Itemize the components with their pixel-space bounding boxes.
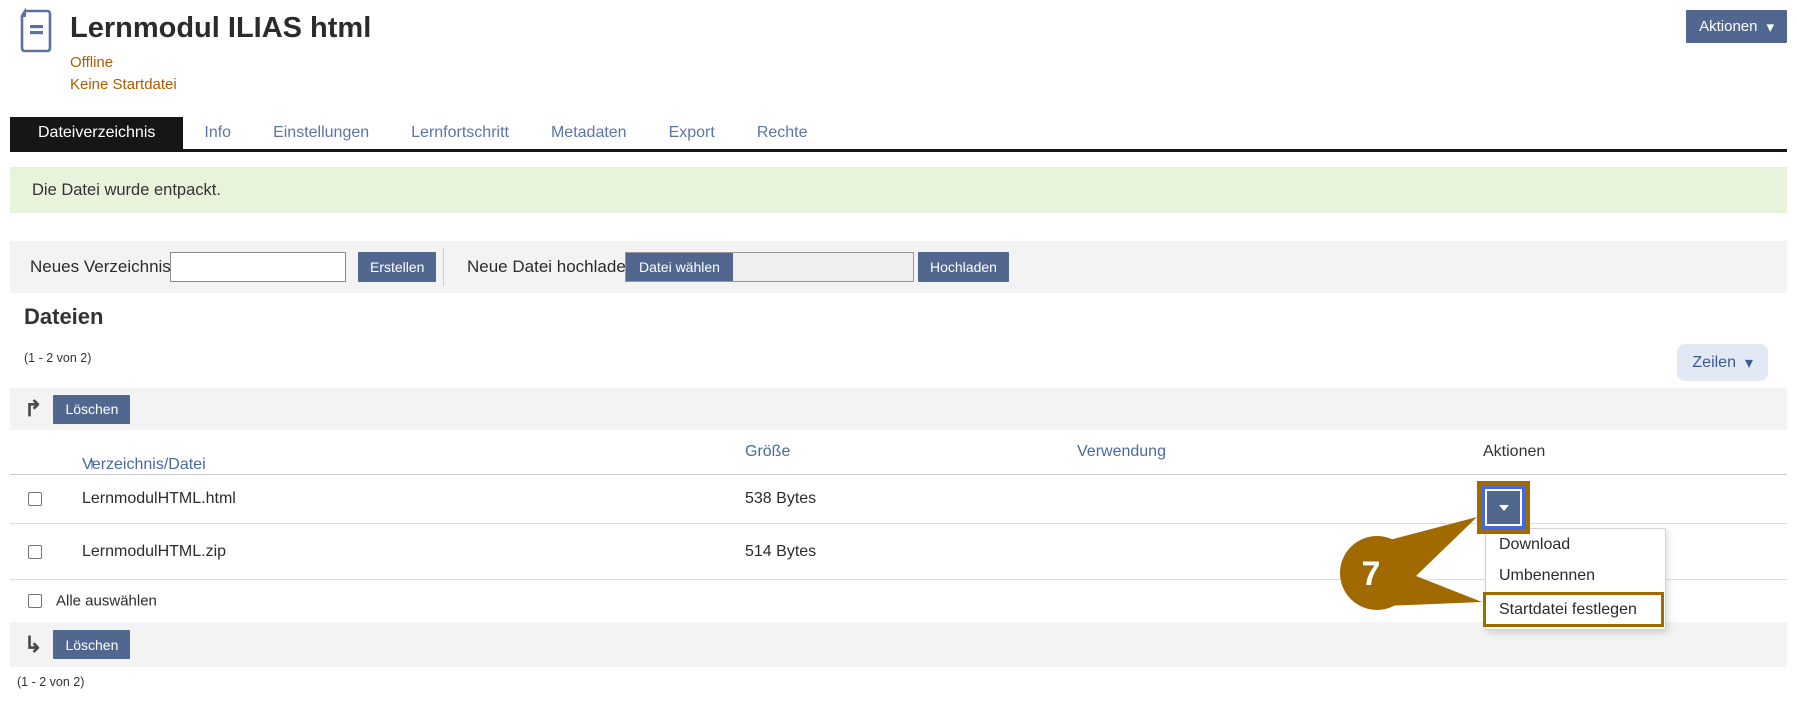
caret-down-icon [1499,505,1509,511]
file-actions-toolbar: Neues Verzeichnis Erstellen Neue Datei h… [10,241,1787,293]
files-section-heading: Dateien [24,304,103,330]
tab-dateiverzeichnis[interactable]: Dateiverzeichnis [10,117,183,149]
row-actions-dropdown-button[interactable] [1487,491,1520,524]
tab-export[interactable]: Export [648,117,736,149]
table-header-row: Verzeichnis/Datei↑ Größe Verwendung Akti… [10,430,1787,475]
tab-bar: Dateiverzeichnis Info Einstellungen Lern… [10,117,1787,152]
caret-down-icon: ▾ [1766,18,1774,36]
row-checkbox[interactable] [28,492,42,506]
tab-rechte[interactable]: Rechte [736,117,829,149]
select-all-checkbox[interactable] [28,594,42,608]
delete-selected-button-bottom[interactable]: Löschen [53,630,130,659]
focus-ring [1481,485,1526,530]
tab-metadaten[interactable]: Metadaten [530,117,648,149]
new-directory-input[interactable] [170,252,346,282]
upload-button[interactable]: Hochladen [918,252,1009,282]
rows-dropdown-button[interactable]: Zeilen ▾ [1677,344,1768,381]
new-directory-label: Neues Verzeichnis [30,241,171,293]
file-size: 514 Bytes [745,543,816,561]
success-message: Die Datei wurde entpackt. [10,167,1787,213]
file-picker[interactable]: Datei wählen [625,252,914,282]
learning-module-icon [16,8,56,54]
apply-to-selection-down-icon: ↳ [24,634,42,656]
choose-file-button[interactable]: Datei wählen [626,253,733,281]
column-header-actions: Aktionen [1483,443,1545,461]
actions-label: Aktionen [1699,18,1757,35]
status-no-startfile: Keine Startdatei [70,76,177,93]
toolbar-divider [443,248,444,286]
file-size: 538 Bytes [745,490,816,508]
tab-info[interactable]: Info [183,117,252,149]
apply-to-selection-up-icon: ↱ [24,398,42,420]
table-top-action-bar: ↱ Löschen [10,388,1787,430]
row-actions-menu: Download Umbenennen Startdatei festlegen [1485,528,1666,630]
delete-selected-button-top[interactable]: Löschen [53,395,130,424]
result-range-top: (1 - 2 von 2) [24,351,91,365]
row-checkbox[interactable] [28,545,42,559]
result-range-bottom: (1 - 2 von 2) [17,675,84,689]
file-picker-filename-area [733,253,913,281]
caret-down-icon: ▾ [1745,353,1753,373]
column-header-size[interactable]: Größe [745,443,790,461]
tutorial-highlight-frame [1477,481,1530,534]
menu-item-umbenennen[interactable]: Umbenennen [1486,560,1665,591]
column-header-usage[interactable]: Verwendung [1077,443,1166,461]
sort-ascending-icon: ↑ [88,456,96,474]
create-directory-button[interactable]: Erstellen [358,252,436,282]
file-name: LernmodulHTML.html [82,490,236,508]
menu-item-startdatei-festlegen[interactable]: Startdatei festlegen [1483,592,1664,627]
tab-einstellungen[interactable]: Einstellungen [252,117,390,149]
status-offline: Offline [70,54,113,71]
rows-label: Zeilen [1692,354,1736,372]
actions-dropdown-button[interactable]: Aktionen ▾ [1686,10,1787,43]
select-all-label: Alle auswählen [56,593,157,610]
tab-lernfortschritt[interactable]: Lernfortschritt [390,117,530,149]
page-title: Lernmodul ILIAS html [70,12,371,45]
upload-file-label: Neue Datei hochladen [467,241,635,293]
file-name: LernmodulHTML.zip [82,543,226,561]
